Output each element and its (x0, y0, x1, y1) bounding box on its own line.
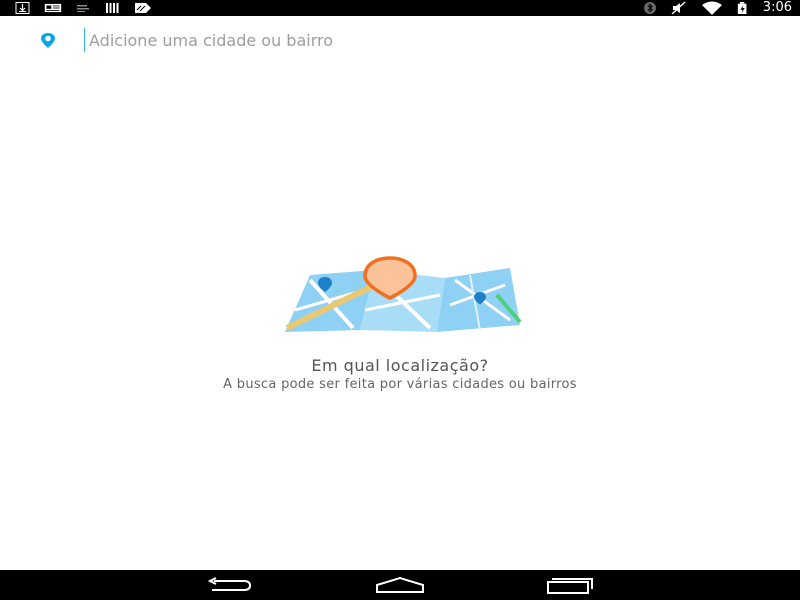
empty-state-subtitle: A busca pode ser feita por várias cidade… (223, 377, 577, 392)
bluetooth-icon (643, 2, 656, 14)
download-icon (15, 2, 30, 14)
empty-state-title: Em qual localização? (311, 356, 489, 375)
recent-apps-button[interactable] (545, 575, 595, 595)
status-bar: 3:06 (0, 0, 800, 16)
wifi-icon (701, 1, 722, 15)
location-pin-icon (41, 33, 55, 48)
back-button[interactable] (204, 575, 254, 595)
navigation-bar (0, 570, 800, 600)
empty-state: Em qual localização? A busca pode ser fe… (0, 250, 800, 392)
search-bar (0, 16, 800, 64)
tag-icon (135, 3, 151, 13)
home-icon (376, 576, 424, 593)
notification-icons (14, 2, 152, 14)
battery-icon (737, 2, 747, 14)
back-icon (207, 577, 252, 591)
sim-icon (77, 5, 89, 12)
news-icon (44, 3, 62, 13)
map-with-pin-illustration (285, 256, 522, 332)
clock: 3:06 (762, 0, 792, 15)
system-icons: 3:06 (643, 0, 792, 16)
home-button[interactable] (375, 575, 425, 595)
vibrate-icon (671, 1, 686, 15)
recent-apps-icon (547, 578, 593, 594)
search-input[interactable] (84, 28, 769, 52)
barcode-icon (106, 3, 119, 13)
